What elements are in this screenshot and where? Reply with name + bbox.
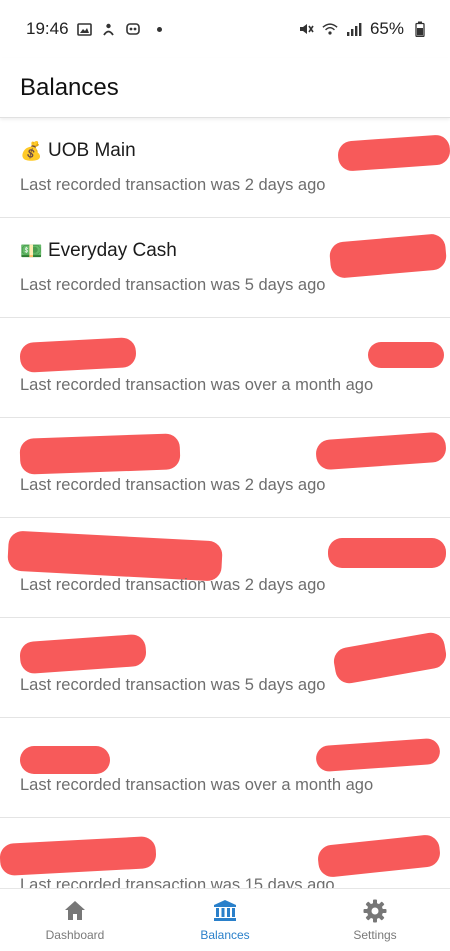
nav-balances[interactable]: Balances bbox=[150, 889, 300, 951]
list-item[interactable]: Last recorded transaction was 5 days ago bbox=[0, 618, 450, 718]
nav-dashboard[interactable]: Dashboard bbox=[0, 889, 150, 951]
last-transaction-text: Last recorded transaction was 2 days ago bbox=[20, 176, 326, 194]
redacted-balance bbox=[328, 538, 446, 568]
list-item[interactable]: Last recorded transaction was over a mon… bbox=[0, 318, 450, 418]
gear-icon bbox=[362, 898, 388, 924]
status-bar: 19:46 65% bbox=[0, 0, 450, 58]
nav-settings[interactable]: Settings bbox=[300, 889, 450, 951]
mute-icon bbox=[298, 21, 314, 37]
list-item[interactable]: Last recorded transaction was 15 days ag… bbox=[0, 818, 450, 888]
redacted-account-name bbox=[0, 835, 157, 877]
redacted-balance bbox=[328, 233, 448, 279]
battery-icon bbox=[412, 21, 428, 37]
signal-icon bbox=[346, 21, 362, 37]
last-transaction-text: Last recorded transaction was 5 days ago bbox=[20, 276, 326, 294]
redacted-balance bbox=[331, 630, 449, 686]
list-item[interactable]: Last recorded transaction was 2 days ago bbox=[0, 418, 450, 518]
last-transaction-text: Last recorded transaction was 2 days ago bbox=[20, 576, 326, 594]
last-transaction-text: Last recorded transaction was 15 days ag… bbox=[20, 876, 335, 888]
redacted-account-name bbox=[20, 746, 110, 774]
last-transaction-text: Last recorded transaction was 5 days ago bbox=[20, 676, 326, 694]
redacted-account-name bbox=[7, 530, 223, 582]
account-name: Everyday Cash bbox=[48, 240, 177, 261]
bottom-navigation: Dashboard Balances Settings bbox=[0, 888, 450, 951]
gallery-icon bbox=[77, 21, 93, 37]
money-bag-icon: 💰 bbox=[20, 140, 43, 161]
account-title: 💵 Everyday Cash bbox=[20, 240, 177, 262]
redacted-account-name bbox=[19, 433, 181, 475]
redacted-balance bbox=[337, 134, 450, 172]
last-transaction-text: Last recorded transaction was 2 days ago bbox=[20, 476, 326, 494]
list-item[interactable]: 💵 Everyday Cash Last recorded transactio… bbox=[0, 218, 450, 318]
redacted-account-name bbox=[19, 336, 137, 374]
account-name: UOB Main bbox=[48, 140, 136, 161]
status-right: 65% bbox=[298, 19, 428, 39]
page-title: Balances bbox=[20, 73, 119, 101]
nav-label: Dashboard bbox=[45, 928, 105, 942]
redacted-balance bbox=[315, 737, 441, 773]
nav-label: Balances bbox=[200, 928, 250, 942]
last-transaction-text: Last recorded transaction was over a mon… bbox=[20, 776, 374, 794]
status-left: 19:46 bbox=[26, 19, 162, 39]
redacted-balance bbox=[315, 431, 447, 471]
app-notification-icon bbox=[125, 21, 141, 37]
wifi-icon bbox=[322, 21, 338, 37]
redacted-balance bbox=[316, 833, 442, 879]
notification-icon bbox=[101, 21, 117, 37]
home-icon bbox=[62, 898, 88, 924]
nav-label: Settings bbox=[353, 928, 397, 942]
redacted-account-name bbox=[19, 633, 147, 675]
last-transaction-text: Last recorded transaction was over a mon… bbox=[20, 376, 374, 394]
list-item[interactable]: 💰 UOB Main Last recorded transaction was… bbox=[0, 118, 450, 218]
bank-icon bbox=[212, 898, 238, 924]
more-notifications-dot bbox=[156, 26, 162, 32]
cash-icon: 💵 bbox=[20, 240, 43, 261]
battery-percentage: 65% bbox=[369, 19, 404, 38]
accounts-list[interactable]: 💰 UOB Main Last recorded transaction was… bbox=[0, 118, 450, 888]
app-bar: Balances bbox=[0, 58, 450, 118]
list-item[interactable]: Last recorded transaction was 2 days ago bbox=[0, 518, 450, 618]
redacted-balance bbox=[368, 342, 444, 368]
list-item[interactable]: Last recorded transaction was over a mon… bbox=[0, 718, 450, 818]
account-title: 💰 UOB Main bbox=[20, 140, 136, 162]
status-time: 19:46 bbox=[26, 19, 69, 38]
